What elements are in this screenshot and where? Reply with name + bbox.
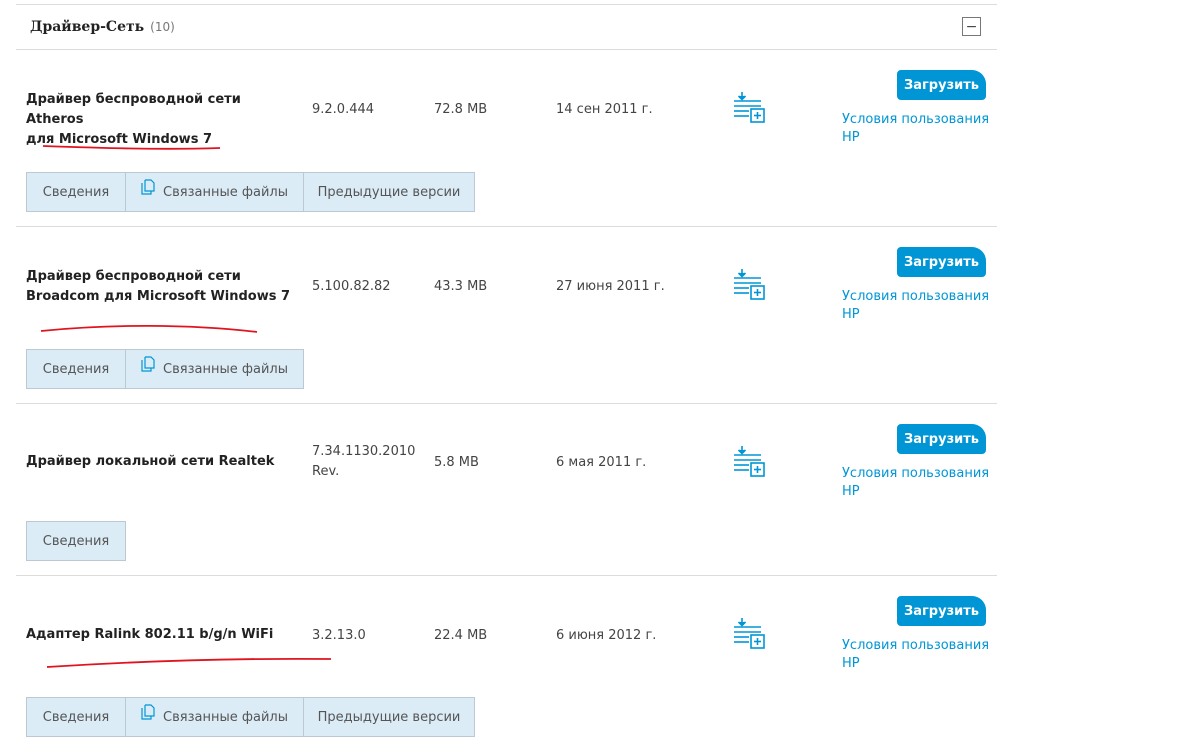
terms-line: HP xyxy=(842,656,860,671)
document-icon xyxy=(141,179,155,195)
version-line: 5.100.82.82 xyxy=(312,279,391,294)
terms-line: Условия пользования xyxy=(842,112,990,127)
driver-row-realtek: Драйвер локальной сети Realtek 7.34.1130… xyxy=(16,404,997,576)
driver-name: Драйвер беспроводной сети Broadcom для M… xyxy=(26,267,294,307)
driver-name: Драйвер локальной сети Realtek xyxy=(26,452,294,472)
terms-line: HP xyxy=(842,484,860,499)
driver-date: 6 июня 2012 г. xyxy=(556,628,657,643)
driver-name-line: Драйвер беспроводной сети Atheros xyxy=(26,92,241,127)
download-button[interactable]: Загрузить xyxy=(897,596,986,626)
download-button[interactable]: Загрузить xyxy=(897,70,986,100)
version-line: 3.2.13.0 xyxy=(312,628,366,643)
terms-line: Условия пользования xyxy=(842,638,990,653)
tab-info[interactable]: Сведения xyxy=(26,697,126,737)
section-count: (10) xyxy=(150,20,175,34)
driver-name-line: Адаптер Ralink 802.11 b/g/n WiFi xyxy=(26,627,274,642)
tab-previous-versions[interactable]: Предыдущие версии xyxy=(303,697,475,737)
driver-tabs: Сведения Связанные файлы xyxy=(26,349,304,389)
tab-label: Связанные файлы xyxy=(163,184,288,200)
driver-size: 22.4 MB xyxy=(434,628,488,643)
driver-row-broadcom: Драйвер беспроводной сети Broadcom для M… xyxy=(16,227,997,404)
driver-date: 14 сен 2011 г. xyxy=(556,102,653,117)
driver-size: 5.8 MB xyxy=(434,455,479,470)
tab-label: Сведения xyxy=(42,361,110,377)
tab-previous-versions[interactable]: Предыдущие версии xyxy=(303,172,475,212)
tab-related-files[interactable]: Связанные файлы xyxy=(125,349,304,389)
driver-name: Драйвер беспроводной сети Atheros для Mi… xyxy=(26,90,294,150)
hp-terms-link[interactable]: Условия пользования HP xyxy=(842,465,992,501)
driver-network-section: Драйвер-Сеть (10) − Драйвер беспроводной… xyxy=(16,4,997,746)
tab-label: Сведения xyxy=(42,709,110,725)
version-line: Rev. xyxy=(312,464,340,479)
red-underline-annotation xyxy=(46,657,332,668)
download-button[interactable]: Загрузить xyxy=(897,247,986,277)
tab-label: Связанные файлы xyxy=(163,709,288,725)
driver-name-line: Драйвер беспроводной сети xyxy=(26,269,241,284)
terms-line: Условия пользования xyxy=(842,466,990,481)
tab-info[interactable]: Сведения xyxy=(26,349,126,389)
minus-icon: − xyxy=(965,18,978,35)
hp-terms-link[interactable]: Условия пользования HP xyxy=(842,111,992,147)
driver-size: 72.8 MB xyxy=(434,102,488,117)
driver-date: 6 мая 2011 г. xyxy=(556,455,647,470)
driver-name-line: Драйвер локальной сети Realtek xyxy=(26,454,275,469)
download-list-add-icon[interactable] xyxy=(731,91,767,125)
tab-info[interactable]: Сведения xyxy=(26,172,126,212)
driver-version: 3.2.13.0 xyxy=(312,626,422,646)
red-underline-annotation xyxy=(40,324,258,333)
hp-terms-link[interactable]: Условия пользования HP xyxy=(842,288,992,324)
tab-info[interactable]: Сведения xyxy=(26,521,126,561)
section-title: Драйвер-Сеть xyxy=(30,19,145,35)
terms-line: HP xyxy=(842,130,860,145)
driver-version: 5.100.82.82 xyxy=(312,277,422,297)
driver-tabs: Сведения Связанные файлы Предыдущие верс… xyxy=(26,172,475,212)
tab-label: Предыдущие версии xyxy=(317,184,461,200)
download-list-add-icon[interactable] xyxy=(731,617,767,651)
hp-terms-link[interactable]: Условия пользования HP xyxy=(842,637,992,673)
driver-row-ralink: Адаптер Ralink 802.11 b/g/n WiFi 3.2.13.… xyxy=(16,576,997,746)
driver-name: Адаптер Ralink 802.11 b/g/n WiFi xyxy=(26,625,294,645)
tab-label: Связанные файлы xyxy=(163,361,288,377)
version-line: 7.34.1130.2010 xyxy=(312,444,416,459)
driver-tabs: Сведения Связанные файлы Предыдущие верс… xyxy=(26,697,475,737)
driver-size: 43.3 MB xyxy=(434,279,488,294)
section-header[interactable]: Драйвер-Сеть (10) − xyxy=(16,4,997,50)
driver-name-line: для Microsoft Windows 7 xyxy=(26,132,213,147)
version-line: 9.2.0.444 xyxy=(312,102,375,117)
collapse-button[interactable]: − xyxy=(962,17,981,36)
download-list-add-icon[interactable] xyxy=(731,268,767,302)
tab-label: Сведения xyxy=(42,533,110,549)
driver-version: 7.34.1130.2010 Rev. xyxy=(312,442,422,482)
driver-tabs: Сведения xyxy=(26,521,126,561)
document-icon xyxy=(141,704,155,720)
tab-label: Сведения xyxy=(42,184,110,200)
tab-label: Предыдущие версии xyxy=(317,709,461,725)
driver-date: 27 июня 2011 г. xyxy=(556,279,665,294)
driver-version: 9.2.0.444 xyxy=(312,100,422,120)
driver-row-atheros: Драйвер беспроводной сети Atheros для Mi… xyxy=(16,50,997,227)
tab-related-files[interactable]: Связанные файлы xyxy=(125,172,304,212)
document-icon xyxy=(141,356,155,372)
terms-line: HP xyxy=(842,307,860,322)
driver-name-line: Broadcom для Microsoft Windows 7 xyxy=(26,289,291,304)
download-button[interactable]: Загрузить xyxy=(897,424,986,454)
terms-line: Условия пользования xyxy=(842,289,990,304)
download-list-add-icon[interactable] xyxy=(731,445,767,479)
tab-related-files[interactable]: Связанные файлы xyxy=(125,697,304,737)
